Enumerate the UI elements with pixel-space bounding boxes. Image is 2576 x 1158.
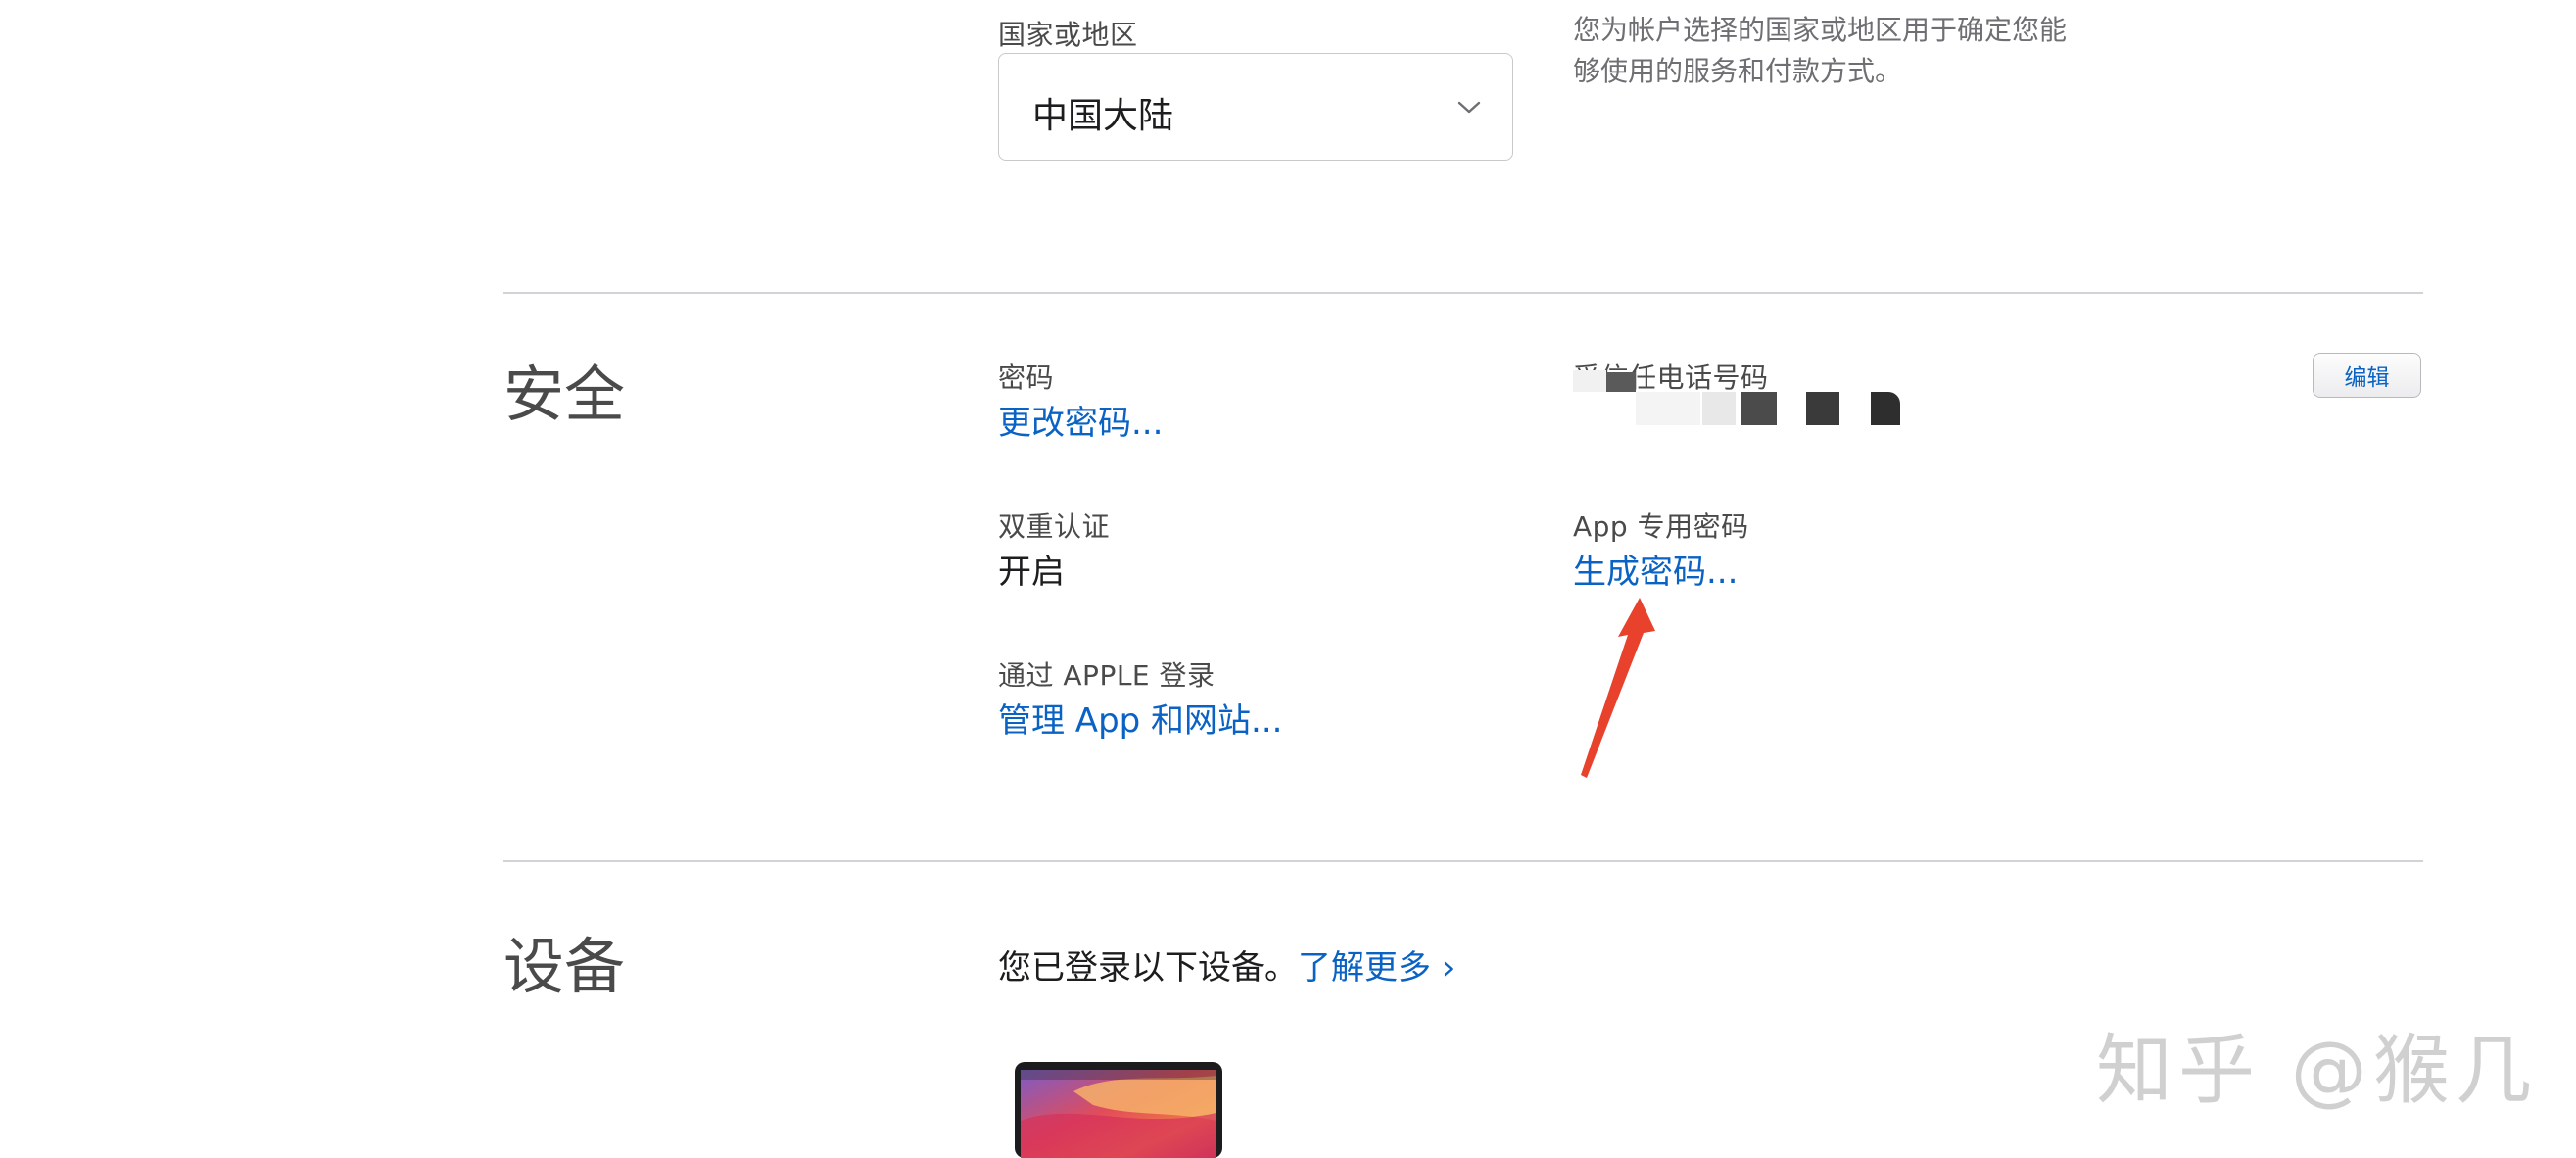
- watermark-text: 知乎 @猴几: [2096, 1027, 2538, 1115]
- macbook-icon[interactable]: [1015, 1062, 1222, 1158]
- section-divider-top: [503, 292, 2423, 294]
- learn-more-link[interactable]: 了解更多 ›: [1298, 948, 1455, 988]
- redacted-phone-number: [1573, 368, 1900, 427]
- two-factor-label: 双重认证: [998, 510, 1111, 543]
- two-factor-status: 开启: [998, 553, 1065, 592]
- region-hint-line-1: 您为帐户选择的国家或地区用于确定您能: [1573, 14, 2068, 46]
- section-divider-bottom: [503, 860, 2423, 862]
- devices-description-text: 您已登录以下设备。: [998, 948, 1298, 988]
- region-hint-line-2: 够使用的服务和付款方式。: [1573, 55, 1903, 87]
- app-password-label: App 专用密码: [1573, 510, 1749, 543]
- edit-trusted-phone-button[interactable]: 编辑: [2313, 353, 2421, 398]
- apple-id-account-page: 国家或地区 中国大陆 您为帐户选择的国家或地区用于确定您能 够使用的服务和付款方…: [0, 0, 2576, 1158]
- region-select[interactable]: 中国大陆: [998, 53, 1513, 161]
- devices-description: 您已登录以下设备。了解更多 ›: [998, 941, 1455, 989]
- red-arrow-icon: [1581, 598, 1655, 778]
- region-label: 国家或地区: [998, 19, 1138, 51]
- region-hint: 您为帐户选择的国家或地区用于确定您能 够使用的服务和付款方式。: [1573, 10, 2067, 92]
- devices-section-title: 设备: [503, 931, 626, 1002]
- password-label: 密码: [998, 362, 1055, 394]
- chevron-down-icon: [1457, 101, 1481, 114]
- change-password-link[interactable]: 更改密码...: [998, 396, 1163, 444]
- manage-apps-link[interactable]: 管理 App 和网站...: [998, 694, 1282, 742]
- sign-in-with-apple-label: 通过 APPLE 登录: [998, 659, 1216, 692]
- security-section-title: 安全: [503, 359, 626, 430]
- region-selected-value: 中国大陆: [1032, 96, 1174, 136]
